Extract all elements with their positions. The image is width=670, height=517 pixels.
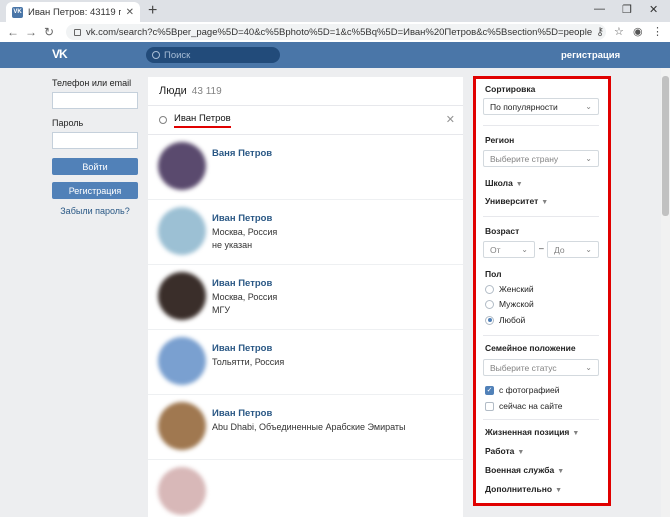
lock-icon [74, 28, 81, 36]
password-label: Пароль [52, 118, 84, 128]
phone-field[interactable] [52, 92, 138, 109]
person-location: Abu Dhabi, Объединенные Арабские Эмираты [212, 422, 406, 432]
person-name[interactable]: Иван Петров [212, 213, 272, 224]
list-item[interactable]: Иван Петров Москва, Россия не указан [148, 200, 463, 265]
login-form: Телефон или email Пароль Войти Регистрац… [52, 78, 138, 216]
filters-highlight-box [473, 76, 611, 506]
tab-title: Иван Петров: 43119 пользовате [28, 6, 121, 18]
person-education: МГУ [212, 305, 231, 315]
person-location: Москва, Россия [212, 227, 278, 237]
browser-tab[interactable]: VK Иван Петров: 43119 пользовате ✕ [6, 2, 140, 22]
list-item[interactable]: Ваня Петров [148, 135, 463, 200]
url-text: vk.com/search?c%5Bper_page%5D=40&c%5Bpho… [86, 26, 593, 38]
page-scrollbar[interactable] [661, 68, 670, 517]
search-results: Люди 43 119 Иван Петров ✕ Ваня Петров Ив… [148, 77, 463, 517]
avatar[interactable] [158, 272, 206, 320]
avatar[interactable] [158, 337, 206, 385]
header-search-input[interactable]: Поиск [146, 47, 280, 63]
header-search-placeholder: Поиск [164, 49, 191, 61]
vk-header: VK Поиск регистрация [0, 42, 670, 68]
person-education: не указан [212, 240, 253, 250]
person-location: Тольятти, Россия [212, 357, 285, 367]
avatar[interactable] [158, 207, 206, 255]
person-name[interactable]: Иван Петров [212, 408, 272, 419]
scrollbar-thumb[interactable] [662, 76, 669, 216]
star-icon[interactable]: ☆ [614, 25, 624, 38]
search-icon [159, 116, 167, 124]
people-search-input[interactable]: Иван Петров ✕ [148, 106, 463, 135]
browser-toolbar: ← → ↻ vk.com/search?c%5Bper_page%5D=40&c… [0, 22, 670, 42]
vk-favicon: VK [12, 6, 23, 18]
results-header: Люди 43 119 [148, 77, 463, 106]
reload-icon[interactable]: ↻ [40, 25, 58, 39]
person-name[interactable]: Ваня Петров [212, 148, 272, 159]
password-field[interactable] [52, 132, 138, 149]
login-button[interactable]: Войти [52, 158, 138, 175]
person-location: Москва, Россия [212, 292, 278, 302]
browser-tabstrip: VK Иван Петров: 43119 пользовате ✕ + — ❐… [0, 0, 670, 22]
list-item[interactable]: Иван Петров Москва, Россия МГУ [148, 265, 463, 330]
avatar[interactable] [158, 402, 206, 450]
search-icon [152, 51, 160, 59]
new-tab-icon[interactable]: + [148, 2, 157, 20]
list-item[interactable]: Иван Петров Abu Dhabi, Объединенные Араб… [148, 395, 463, 460]
menu-icon[interactable]: ⋮ [652, 25, 663, 38]
address-bar[interactable]: vk.com/search?c%5Bper_page%5D=40&c%5Bpho… [66, 24, 606, 40]
minimize-icon[interactable]: — [594, 3, 605, 15]
back-icon[interactable]: ← [4, 25, 22, 39]
account-icon[interactable]: ◉ [633, 25, 643, 38]
list-item[interactable] [148, 460, 463, 517]
person-name[interactable]: Иван Петров [212, 278, 272, 289]
key-icon[interactable]: ⚷ [596, 25, 604, 38]
avatar[interactable] [158, 142, 206, 190]
phone-label: Телефон или email [52, 78, 132, 88]
results-count: 43 119 [191, 85, 222, 97]
forward-icon[interactable]: → [22, 25, 40, 39]
clear-search-icon[interactable]: ✕ [446, 113, 455, 126]
vk-logo[interactable]: VK [52, 47, 72, 63]
results-title: Люди [159, 85, 187, 97]
forgot-password-link[interactable]: Забыли пароль? [52, 206, 138, 216]
close-tab-icon[interactable]: ✕ [126, 7, 134, 18]
register-button[interactable]: Регистрация [52, 182, 138, 199]
search-query: Иван Петров [174, 113, 231, 128]
list-item[interactable]: Иван Петров Тольятти, Россия [148, 330, 463, 395]
person-name[interactable]: Иван Петров [212, 343, 272, 354]
avatar[interactable] [158, 467, 206, 515]
close-window-icon[interactable]: ✕ [649, 3, 658, 16]
register-link[interactable]: регистрация [561, 50, 620, 61]
maximize-icon[interactable]: ❐ [622, 3, 632, 16]
